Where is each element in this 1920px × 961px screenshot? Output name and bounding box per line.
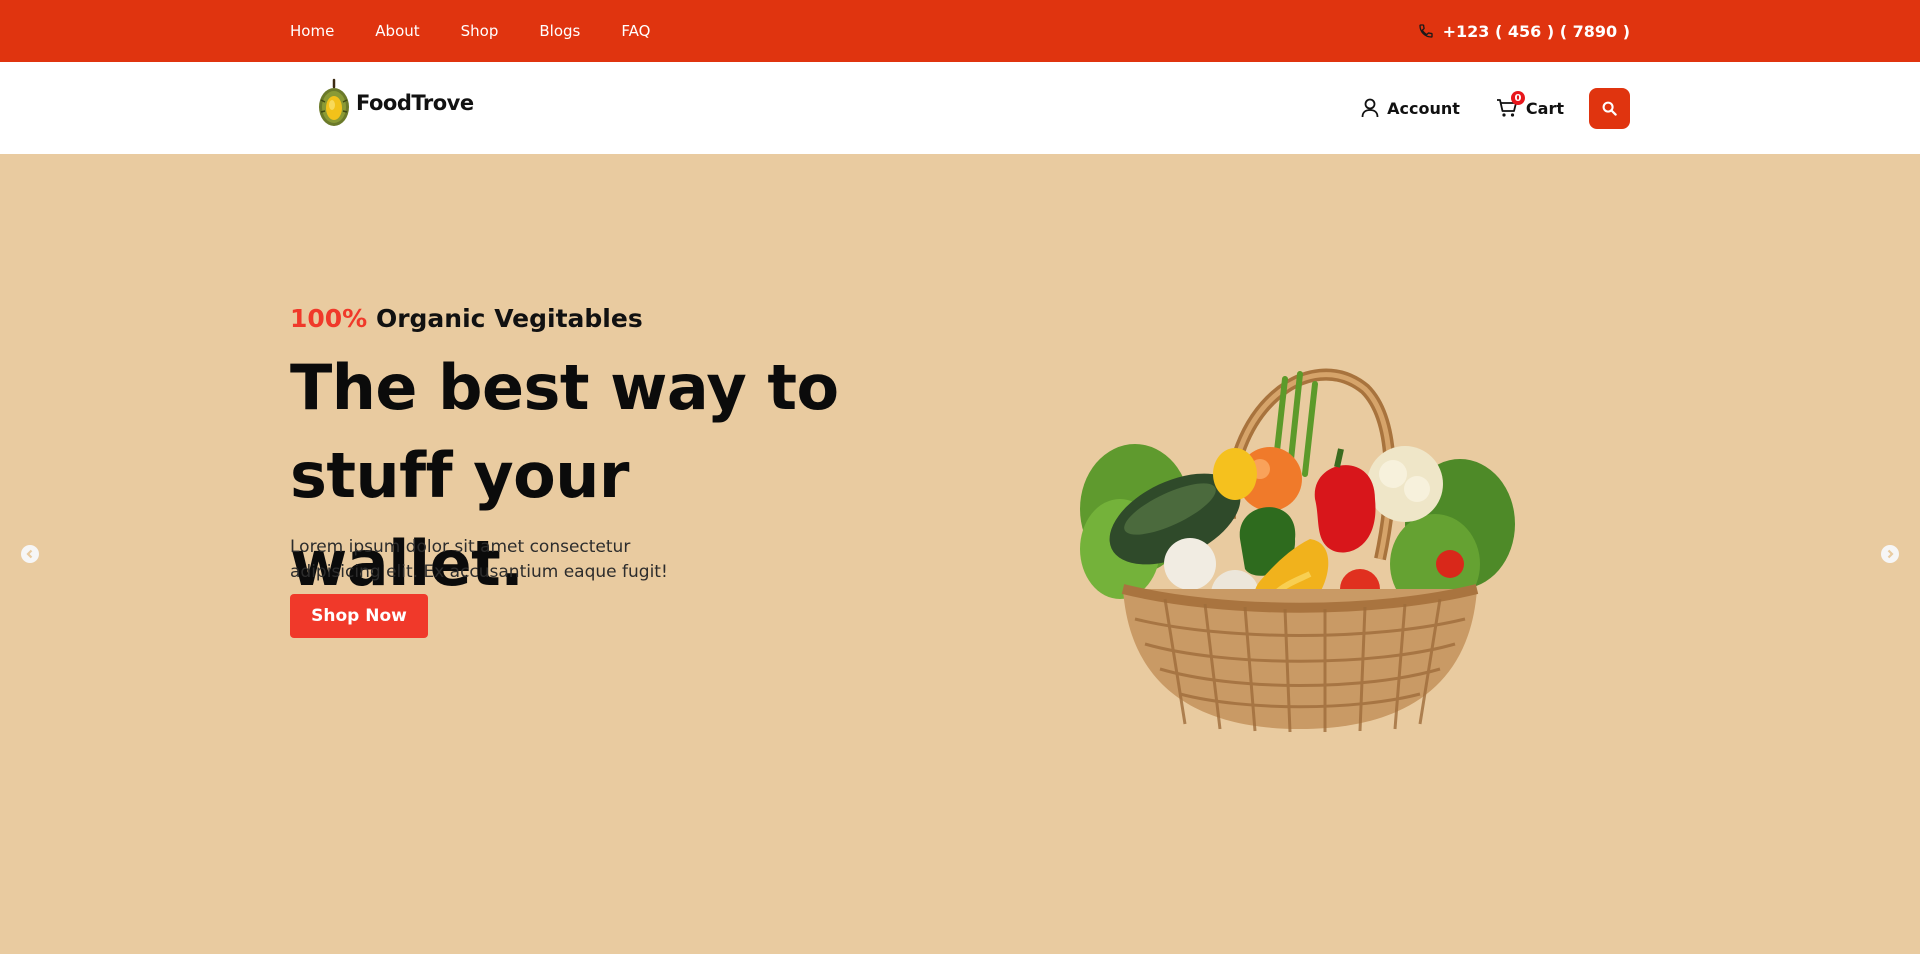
hero-headline-line1: The best way to bbox=[290, 351, 839, 424]
nav-shop[interactable]: Shop bbox=[461, 22, 499, 40]
chevron-left-icon bbox=[26, 549, 33, 559]
search-button[interactable] bbox=[1589, 87, 1630, 129]
chevron-right-icon bbox=[1887, 549, 1894, 559]
nav-about[interactable]: About bbox=[375, 22, 419, 40]
logo-text: FoodTrove bbox=[356, 91, 474, 115]
phone-contact[interactable]: +123 ( 456 ) ( 7890 ) bbox=[1418, 0, 1630, 62]
hero-slider: 100% Organic Vegitables The best way to … bbox=[0, 154, 1920, 954]
nav-faq[interactable]: FAQ bbox=[621, 22, 650, 40]
slider-next-button[interactable] bbox=[1881, 545, 1899, 563]
hero-description-line1: Lorem ipsum dolor sit amet consectetur bbox=[290, 537, 631, 557]
phone-number: +123 ( 456 ) ( 7890 ) bbox=[1442, 21, 1630, 41]
vegetable-basket-image bbox=[1080, 368, 1515, 733]
cart-count-badge: 0 bbox=[1510, 91, 1525, 105]
user-icon bbox=[1361, 98, 1379, 118]
hero-eyebrow-text: Organic Vegitables bbox=[375, 304, 643, 333]
search-icon bbox=[1602, 101, 1617, 116]
site-logo[interactable]: FoodTrove bbox=[316, 78, 474, 128]
hero-description: Lorem ipsum dolor sit amet consectetur a… bbox=[290, 535, 670, 585]
account-link[interactable]: Account bbox=[1361, 98, 1460, 118]
header-actions: Account 0 Cart bbox=[1361, 87, 1630, 129]
durian-logo-icon bbox=[319, 78, 349, 126]
nav-home[interactable]: Home bbox=[290, 22, 334, 40]
hero-eyebrow-accent: 100% bbox=[290, 304, 368, 333]
nav-blogs[interactable]: Blogs bbox=[539, 22, 580, 40]
account-label: Account bbox=[1387, 98, 1460, 118]
top-bar: Home About Shop Blogs FAQ +123 ( 456 ) (… bbox=[0, 0, 1920, 62]
slider-prev-button[interactable] bbox=[21, 545, 39, 563]
cart-label: Cart bbox=[1525, 98, 1564, 118]
main-header: FoodTrove Account 0 Cart bbox=[0, 62, 1920, 154]
hero-eyebrow: 100% Organic Vegitables bbox=[290, 304, 643, 333]
hero-description-line2: adipisicing elit. Ex accusantium eaque f… bbox=[290, 562, 668, 582]
shop-now-button[interactable]: Shop Now bbox=[290, 594, 428, 638]
top-nav: Home About Shop Blogs FAQ bbox=[290, 0, 691, 62]
phone-icon bbox=[1418, 24, 1433, 38]
cart-link[interactable]: 0 Cart bbox=[1496, 91, 1564, 118]
